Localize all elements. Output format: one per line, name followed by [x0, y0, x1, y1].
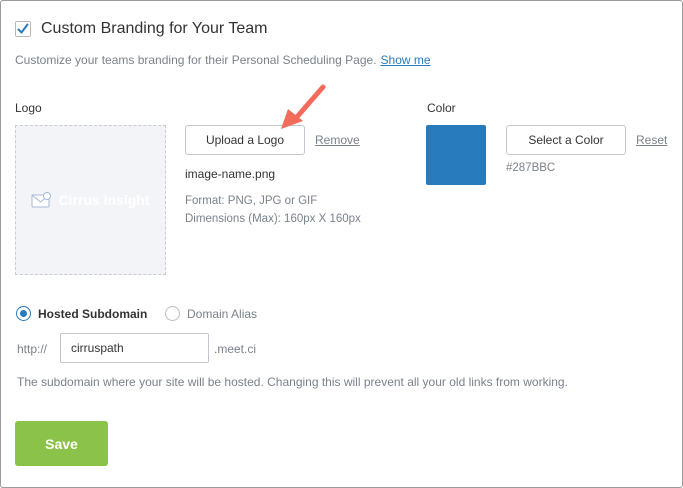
subdomain-help-text: The subdomain where your site will be ho… — [17, 375, 568, 389]
logo-format-text: Format: PNG, JPG or GIF — [185, 195, 318, 207]
hosted-subdomain-radio[interactable] — [16, 306, 31, 321]
subdomain-input[interactable] — [60, 333, 209, 363]
show-me-link[interactable]: Show me — [381, 53, 431, 67]
section-title: Custom Branding for Your Team — [41, 20, 268, 37]
envelope-icon — [31, 192, 52, 208]
domain-alias-radio[interactable] — [165, 306, 180, 321]
custom-branding-checkbox[interactable] — [15, 21, 31, 37]
radio-selected-dot — [20, 310, 27, 317]
logo-file-name: image-name.png — [185, 167, 276, 181]
subdomain-suffix: .meet.ci — [214, 342, 257, 356]
domain-alias-label[interactable]: Domain Alias — [187, 307, 257, 321]
subdomain-prefix: http:// — [17, 342, 48, 356]
logo-preview-content: Cirrus Insight — [31, 192, 150, 208]
hosted-subdomain-label[interactable]: Hosted Subdomain — [38, 307, 147, 321]
color-swatch[interactable] — [426, 125, 486, 185]
section-description: Customize your teams branding for their … — [15, 53, 431, 67]
logo-label: Logo — [15, 101, 42, 115]
color-hex-value: #287BBC — [506, 162, 556, 174]
select-color-button[interactable]: Select a Color — [506, 125, 626, 155]
checkmark-icon — [17, 23, 29, 34]
reset-color-link[interactable]: Reset — [636, 133, 667, 147]
logo-preview-text: Cirrus Insight — [58, 192, 150, 208]
color-label: Color — [427, 101, 456, 115]
annotation-arrow — [281, 84, 326, 129]
branding-panel: Custom Branding for Your Team Customize … — [0, 0, 683, 488]
save-button[interactable]: Save — [15, 421, 108, 466]
logo-dimensions-text: Dimensions (Max): 160px X 160px — [185, 213, 361, 225]
description-text: Customize your teams branding for their … — [15, 53, 377, 67]
logo-preview: Cirrus Insight — [15, 125, 166, 275]
